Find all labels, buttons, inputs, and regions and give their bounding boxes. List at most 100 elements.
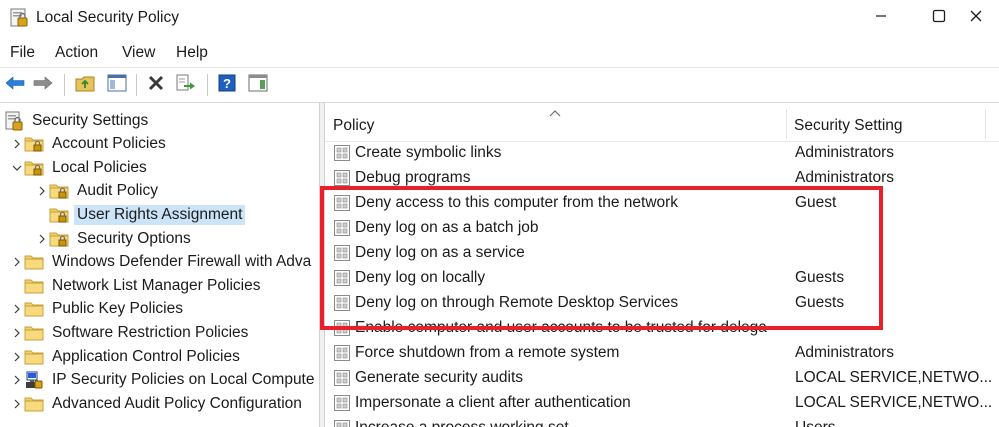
policy-setting-icon	[333, 419, 351, 427]
policy-name: Force shutdown from a remote system	[355, 344, 620, 361]
tree-item-windows-defender-firewall-with-adva[interactable]: Windows Defender Firewall with Adva	[10, 251, 314, 274]
export-list-button[interactable]	[175, 74, 197, 96]
menu-bar: File Action View Help	[0, 38, 999, 66]
tree-item-label: Network List Manager Policies	[52, 276, 261, 294]
delete-button[interactable]	[145, 74, 167, 96]
policy-row[interactable]: Impersonate a client after authenticatio…	[325, 391, 999, 416]
export-list-icon	[176, 74, 196, 97]
policy-name: Deny log on locally	[355, 269, 486, 286]
chevron-right-icon[interactable]	[10, 251, 24, 274]
policy-setting-icon	[333, 219, 351, 237]
column-header-policy[interactable]: Policy	[333, 117, 374, 135]
policy-row[interactable]: Deny log on through Remote Desktop Servi…	[325, 291, 999, 316]
policy-row[interactable]: Generate security audits LOCAL SERVICE,NE…	[325, 366, 999, 391]
tree-item-security-settings[interactable]: Security Settings	[4, 109, 151, 132]
show-action-pane-button[interactable]	[247, 74, 269, 96]
policy-setting-icon	[333, 344, 351, 362]
policy-row[interactable]: Increase a process working set Users	[325, 416, 999, 427]
tree-item-ip-security-policies-on-local-compute[interactable]: IP Security Policies on Local Compute	[10, 369, 318, 392]
folder-lock-icon	[49, 181, 69, 201]
policy-name: Deny log on through Remote Desktop Servi…	[355, 294, 679, 311]
tree-item-label: Software Restriction Policies	[52, 323, 249, 341]
tree-item-label: Local Policies	[52, 158, 147, 176]
menu-action[interactable]: Action	[55, 44, 98, 62]
forward-button[interactable]	[32, 74, 54, 96]
tree-item-label: Security Settings	[32, 111, 149, 129]
tree-item-label: Application Control Policies	[52, 347, 240, 365]
show-hide-console-tree-icon	[107, 74, 127, 97]
chevron-right-icon[interactable]	[35, 180, 49, 203]
tree-item-label: Advanced Audit Policy Configuration	[52, 394, 302, 412]
sort-ascending-icon	[549, 104, 561, 122]
menu-file[interactable]: File	[10, 44, 35, 62]
policy-list: Policy Security Setting Create symbolic …	[325, 103, 999, 427]
chevron-right-icon[interactable]	[35, 227, 49, 250]
policy-row[interactable]: Deny access to this computer from the ne…	[325, 191, 999, 216]
chevron-right-icon[interactable]	[10, 345, 24, 368]
back-button[interactable]	[4, 74, 26, 96]
menu-help[interactable]: Help	[176, 44, 208, 62]
show-hide-console-tree-button[interactable]	[106, 74, 128, 96]
chevron-right-icon[interactable]	[10, 321, 24, 344]
folder-icon	[24, 252, 44, 272]
security-policy-icon	[10, 8, 28, 28]
tree-item-user-rights-assignment[interactable]: User Rights Assignment	[35, 203, 246, 226]
tree-item-advanced-audit-policy-configuration[interactable]: Advanced Audit Policy Configuration	[10, 392, 305, 415]
tree-item-software-restriction-policies[interactable]: Software Restriction Policies	[10, 321, 251, 344]
column-header-security-setting[interactable]: Security Setting	[794, 117, 903, 135]
tree-item-label: Audit Policy	[77, 182, 158, 200]
ip-security-icon	[24, 370, 44, 390]
tree-item-label: Security Options	[77, 229, 191, 247]
tree-item-audit-policy[interactable]: Audit Policy	[35, 180, 161, 203]
tree-item-account-policies[interactable]: Account Policies	[10, 133, 169, 156]
tree-item-local-policies[interactable]: Local Policies	[10, 156, 150, 179]
policy-setting-icon	[333, 144, 351, 162]
minimize-button[interactable]	[858, 0, 904, 36]
window-title: Local Security Policy	[36, 9, 180, 26]
up-folder-icon	[75, 74, 95, 97]
security-setting-value: Administrators	[795, 169, 895, 186]
policy-name: Deny log on as a service	[355, 244, 525, 261]
close-button[interactable]	[953, 0, 999, 36]
chevron-down-icon[interactable]	[10, 156, 24, 179]
policy-row[interactable]: Force shutdown from a remote system Admin…	[325, 341, 999, 366]
policy-row[interactable]: Deny log on as a batch job	[325, 216, 999, 241]
console-tree: Security Settings Account Policies Local P…	[0, 103, 319, 427]
tree-item-network-list-manager-policies[interactable]: Network List Manager Policies	[10, 274, 263, 297]
policy-row[interactable]: Deny log on as a service	[325, 241, 999, 266]
tree-item-security-options[interactable]: Security Options	[35, 227, 194, 250]
folder-lock-icon	[24, 134, 44, 154]
tree-item-application-control-policies[interactable]: Application Control Policies	[10, 345, 243, 368]
policy-name: Generate security audits	[355, 369, 524, 386]
policy-name: Deny access to this computer from the ne…	[355, 194, 679, 211]
security-setting-value: Guests	[795, 269, 845, 286]
tree-item-public-key-policies[interactable]: Public Key Policies	[10, 298, 186, 321]
up-one-level-button[interactable]	[74, 74, 96, 96]
chevron-right-icon[interactable]	[10, 133, 24, 156]
security-setting-value: LOCAL SERVICE,NETWO...	[795, 394, 993, 411]
policy-row[interactable]: Enable computer and user accounts to be …	[325, 316, 999, 341]
back-arrow-icon	[5, 75, 25, 96]
security-setting-value: Administrators	[795, 344, 895, 361]
chevron-right-icon[interactable]	[10, 298, 24, 321]
minimize-icon	[875, 9, 887, 27]
chevron-right-icon[interactable]	[10, 369, 24, 392]
security-settings-icon	[4, 111, 24, 131]
policy-row[interactable]: Create symbolic links Administrators	[325, 141, 999, 166]
policy-setting-icon	[333, 169, 351, 187]
policy-setting-icon	[333, 244, 351, 262]
title-bar: Local Security Policy	[0, 0, 999, 38]
chevron-right-icon[interactable]	[10, 392, 24, 415]
menu-view[interactable]: View	[122, 44, 155, 62]
folder-lock-icon	[49, 205, 69, 225]
security-setting-value: Guests	[795, 294, 845, 311]
folder-icon	[24, 347, 44, 367]
security-setting-value: Administrators	[795, 144, 895, 161]
help-button[interactable]: ?	[216, 74, 238, 96]
policy-row[interactable]: Debug programs Administrators	[325, 166, 999, 191]
tree-item-label: Account Policies	[52, 135, 166, 153]
list-header: Policy Security Setting	[325, 103, 999, 142]
policy-row[interactable]: Deny log on locally Guests	[325, 266, 999, 291]
